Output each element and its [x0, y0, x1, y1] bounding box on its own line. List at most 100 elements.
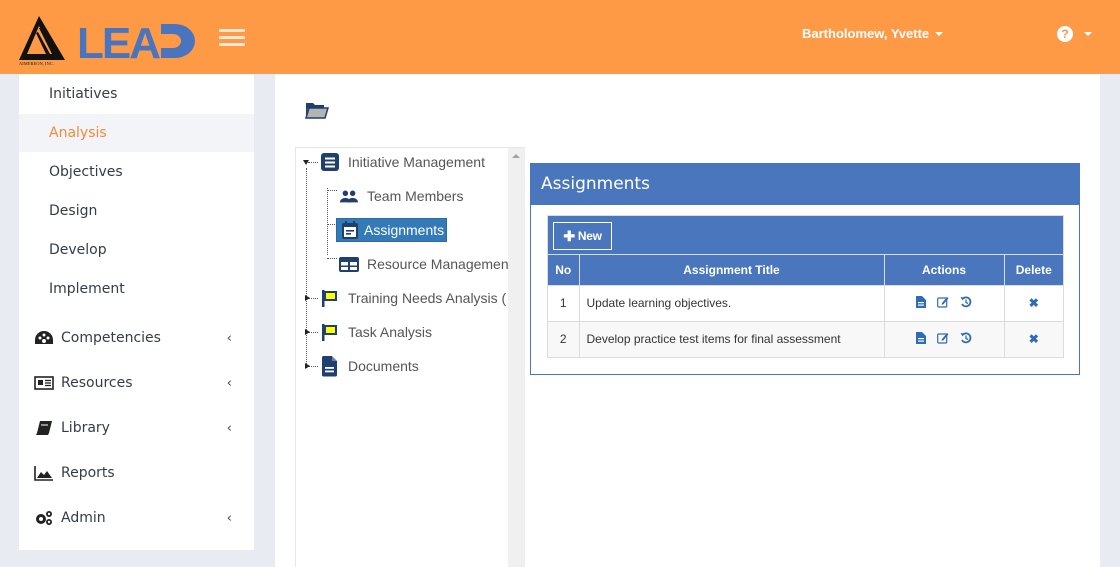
- calendar-icon: [340, 220, 360, 240]
- row-actions: [884, 320, 1005, 357]
- sidebar-item-label: Develop: [49, 242, 107, 258]
- new-assignment-button[interactable]: ✚ New: [553, 222, 612, 250]
- sidebar-item-label: Implement: [49, 281, 125, 297]
- sidebar-item-implement[interactable]: Implement: [19, 270, 254, 308]
- tree-node-initiative-management[interactable]: Initiative Management: [320, 150, 487, 174]
- delete-icon[interactable]: ✖: [1029, 332, 1039, 346]
- assignments-panel: Assignments ✚ New No Assignment Title Ac…: [530, 163, 1080, 375]
- sidebar-item-resources[interactable]: Resources ‹: [19, 364, 254, 402]
- flag-icon: [320, 322, 340, 342]
- tree-node-training-needs-analysis[interactable]: Training Needs Analysis (: [320, 286, 508, 310]
- navigation-tree: Initiative Management Team Members Assig…: [295, 147, 525, 567]
- sidebar-item-library[interactable]: Library ‹: [19, 409, 254, 447]
- question-circle-icon: ?: [1057, 26, 1073, 42]
- assignments-table: No Assignment Title Actions Delete 1 Upd…: [548, 255, 1063, 357]
- sidebar: Initiatives Analysis Objectives Design D…: [19, 74, 254, 550]
- sidebar-item-label: Competencies: [61, 330, 161, 346]
- gears-icon: [34, 510, 54, 526]
- tree-node-team-members[interactable]: Team Members: [339, 184, 465, 208]
- top-header: AIMEREON, INC. LEA Bartholomew, Yvette ?: [0, 0, 1120, 74]
- grid-toolbar: ✚ New: [548, 216, 1063, 255]
- logo-text: LEA: [77, 19, 160, 68]
- user-name: Bartholomew, Yvette: [802, 26, 930, 41]
- history-icon[interactable]: [960, 296, 972, 311]
- edit-icon[interactable]: [937, 332, 949, 347]
- scroll-up-arrow-icon[interactable]: [512, 154, 520, 158]
- folder-open-icon[interactable]: [305, 101, 329, 119]
- tree-node-label: Resource Management: [367, 256, 508, 272]
- sidebar-item-label: Objectives: [49, 164, 123, 180]
- tree-node-assignments[interactable]: Assignments: [336, 218, 448, 242]
- expand-toggle[interactable]: [305, 363, 310, 369]
- chevron-left-icon[interactable]: ‹: [227, 511, 232, 526]
- tree-node-label: Task Analysis: [348, 324, 433, 340]
- history-icon[interactable]: [960, 332, 972, 347]
- sidebar-item-label: Reports: [61, 465, 115, 481]
- help-menu[interactable]: ?: [1057, 26, 1092, 42]
- column-header-no[interactable]: No: [548, 255, 580, 285]
- file-icon: [320, 356, 340, 377]
- chevron-left-icon[interactable]: ‹: [227, 376, 232, 391]
- users-icon: [339, 186, 359, 206]
- tree-node-documents[interactable]: Documents: [320, 354, 421, 378]
- tree-node-task-analysis[interactable]: Task Analysis: [320, 320, 434, 344]
- sidebar-item-reports[interactable]: Reports: [19, 454, 254, 492]
- menu-toggle-button[interactable]: [219, 29, 245, 47]
- sidebar-item-label: Library: [61, 420, 110, 436]
- tree-node-label: Assignments: [364, 222, 447, 238]
- sidebar-item-label: Design: [49, 203, 98, 219]
- collapse-toggle[interactable]: [303, 160, 309, 165]
- column-header-title[interactable]: Assignment Title: [579, 255, 885, 285]
- sidebar-item-analysis[interactable]: Analysis: [19, 114, 254, 152]
- tree-node-label: Training Needs Analysis (: [348, 290, 507, 306]
- sidebar-item-admin[interactable]: Admin ‹: [19, 499, 254, 537]
- view-document-icon[interactable]: [915, 331, 926, 347]
- sidebar-item-develop[interactable]: Develop: [19, 231, 254, 269]
- panel-title: Assignments: [531, 164, 1079, 205]
- table-icon: [339, 254, 359, 274]
- tree-node-label: Documents: [348, 358, 419, 374]
- sidebar-item-design[interactable]: Design: [19, 192, 254, 230]
- delete-icon[interactable]: ✖: [1029, 296, 1039, 310]
- sidebar-item-label: Initiatives: [49, 86, 118, 102]
- company-name: AIMEREON, INC.: [19, 61, 54, 67]
- table-row: 1 Update learning objectives. ✖: [548, 284, 1063, 321]
- caret-down-icon: [1084, 32, 1092, 36]
- user-menu[interactable]: Bartholomew, Yvette: [802, 26, 944, 41]
- tree-scrollbar[interactable]: [508, 148, 525, 567]
- main-content: Initiative Management Team Members Assig…: [275, 74, 1100, 567]
- tree-node-label: Team Members: [367, 188, 464, 204]
- area-chart-icon: [34, 465, 54, 481]
- assignment-title[interactable]: Develop practice test items for final as…: [579, 320, 885, 357]
- table-row: 2 Develop practice test items for final …: [548, 320, 1063, 357]
- sidebar-item-label: Analysis: [49, 125, 107, 141]
- sidebar-item-label: Resources: [61, 375, 133, 391]
- tree-node-resource-management[interactable]: Resource Management: [339, 252, 508, 276]
- view-document-icon[interactable]: [915, 295, 926, 311]
- expand-toggle[interactable]: [305, 329, 310, 335]
- dashboard-icon: [34, 330, 54, 346]
- expand-toggle[interactable]: [305, 295, 310, 301]
- tree-node-label: Initiative Management: [348, 154, 485, 170]
- chevron-left-icon[interactable]: ‹: [227, 331, 232, 346]
- row-number: 1: [548, 284, 580, 321]
- caret-down-icon: [935, 31, 944, 36]
- assignment-title[interactable]: Update learning objectives.: [579, 284, 885, 321]
- assignments-grid: ✚ New No Assignment Title Actions Delete…: [547, 215, 1064, 358]
- edit-icon[interactable]: [937, 296, 949, 311]
- new-button-label: New: [577, 229, 602, 243]
- row-actions: [884, 284, 1005, 321]
- row-number: 2: [548, 320, 580, 357]
- sidebar-item-objectives[interactable]: Objectives: [19, 153, 254, 191]
- chevron-left-icon[interactable]: ‹: [227, 421, 232, 436]
- flag-icon: [320, 288, 340, 308]
- sidebar-item-competencies[interactable]: Competencies ‹: [19, 319, 254, 357]
- row-delete: ✖: [1004, 320, 1063, 357]
- lead-logo[interactable]: AIMEREON, INC. LEA: [19, 14, 204, 68]
- column-header-delete: Delete: [1004, 255, 1063, 285]
- column-header-actions: Actions: [884, 255, 1005, 285]
- list-icon: [320, 152, 340, 172]
- book-icon: [34, 420, 54, 436]
- newspaper-icon: [34, 375, 54, 391]
- sidebar-item-initiatives[interactable]: Initiatives: [19, 75, 254, 113]
